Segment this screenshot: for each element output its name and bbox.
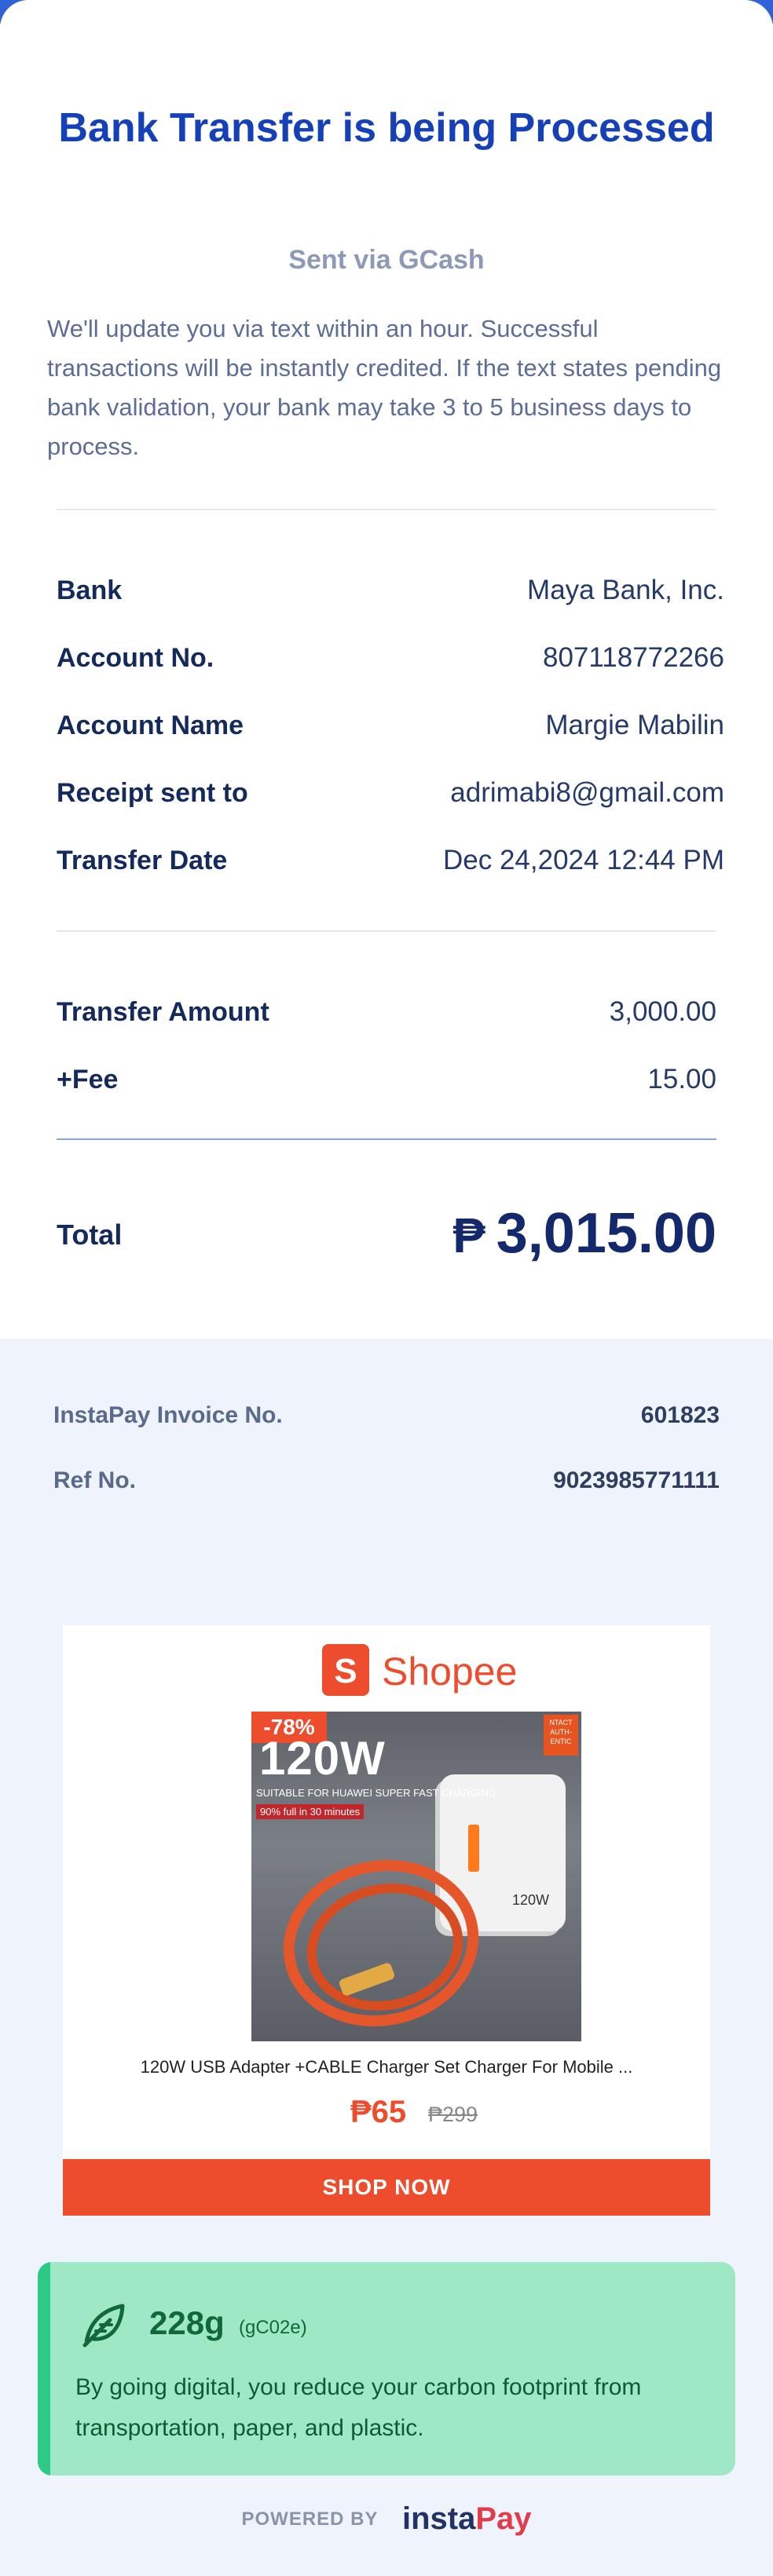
detail-value: adrimabi8@gmail.com [450, 777, 724, 808]
detail-label: Receipt sent to [57, 778, 248, 808]
detail-row-account-no: Account No. 807118772266 [57, 638, 724, 678]
detail-label: Transfer Date [57, 846, 228, 875]
detail-value: 807118772266 [543, 642, 724, 673]
image-headline: 120W [259, 1732, 386, 1785]
amount-value: 3,000.00 [609, 996, 716, 1027]
ref-value: 9023985771111 [553, 1467, 720, 1493]
shop-now-button[interactable]: SHOP NOW [63, 2159, 710, 2216]
detail-value: Dec 24,2024 12:44 PM [442, 845, 724, 875]
carbon-amount: 228g [149, 2304, 225, 2341]
amount-label: Transfer Amount [57, 997, 269, 1027]
powered-by-footer: POWERED BY instaPay [0, 2501, 773, 2537]
sent-via-label: Sent via GCash [288, 245, 485, 275]
amount-label: +Fee [57, 1065, 119, 1094]
divider [57, 509, 716, 510]
detail-value: Maya Bank, Inc. [527, 575, 724, 605]
eco-banner: 228g (gC02e) By going digital, you reduc… [38, 2262, 735, 2476]
detail-label: Bank [57, 575, 123, 605]
detail-label: Account Name [57, 711, 244, 740]
detail-value: Margie Mabilin [545, 710, 724, 740]
image-subline: SUITABLE FOR HUAWEI SUPER FAST CHARGING [256, 1787, 497, 1799]
divider [57, 930, 716, 932]
logo-part-insta: insta [401, 2501, 476, 2536]
page-title: Bank Transfer is being Processed [58, 105, 715, 151]
charger-label: 120W [512, 1892, 550, 1908]
invoice-value: 601823 [640, 1402, 720, 1428]
logo-part-pay: Pay [475, 2501, 532, 2536]
total-label: Total [57, 1219, 123, 1251]
usb-port [468, 1825, 479, 1872]
receipt-card: Bank Transfer is being Processed Sent vi… [0, 0, 773, 1339]
image-badge: 90% full in 30 minutes [256, 1804, 365, 1819]
detail-row-receipt-email: Receipt sent to adrimabi8@gmail.com [57, 773, 724, 813]
total-value: 3,015.00 [496, 1202, 716, 1265]
amount-row-fee: +Fee 15.00 [57, 1060, 716, 1099]
powered-by-label: POWERED BY [241, 2508, 379, 2530]
detail-row-account-name: Account Name Margie Mabilin [57, 706, 724, 745]
detail-label: Account No. [57, 643, 214, 673]
ref-row: Ref No. 9023985771111 [53, 1463, 720, 1498]
product-price: ₱65 [350, 2095, 407, 2129]
eco-accent-bar [38, 2262, 50, 2476]
status-description: We'll update you via text within an hour… [47, 315, 722, 460]
product-original-price: ₱299 [428, 2103, 478, 2126]
currency-symbol: ₱ [452, 1209, 485, 1263]
eco-message: By going digital, you reduce your carbon… [75, 2374, 642, 2441]
invoice-label: InstaPay Invoice No. [53, 1402, 283, 1428]
shopee-logo: S Shopee [322, 1638, 526, 1701]
shopee-bag-icon: S [322, 1644, 369, 1696]
shopee-brand-text: Shopee [382, 1650, 518, 1694]
ref-label: Ref No. [53, 1467, 136, 1493]
carbon-unit: (gC02e) [239, 2317, 307, 2338]
detail-row-bank: Bank Maya Bank, Inc. [57, 571, 724, 610]
total-amount: ₱ 3,015.00 [452, 1201, 716, 1266]
product-image[interactable]: 120W -78% 120W SUITABLE FOR HUAWEI SUPER… [251, 1712, 581, 2041]
invoice-row: InstaPay Invoice No. 601823 [53, 1398, 720, 1433]
instapay-logo: instaPay [402, 2501, 532, 2537]
shopee-ad[interactable]: S Shopee 120W -78% 120W SUITABLE FOR HUA… [63, 1625, 710, 2216]
product-name[interactable]: 120W USB Adapter +CABLE Charger Set Char… [63, 2057, 710, 2077]
amount-row-transfer: Transfer Amount 3,000.00 [57, 992, 716, 1032]
amount-value: 15.00 [647, 1064, 716, 1094]
divider [57, 1138, 716, 1140]
authentic-badge: NTACT AUTH- ENTIC [544, 1715, 578, 1756]
leaf-icon [82, 2304, 125, 2348]
detail-row-transfer-date: Transfer Date Dec 24,2024 12:44 PM [57, 841, 724, 880]
